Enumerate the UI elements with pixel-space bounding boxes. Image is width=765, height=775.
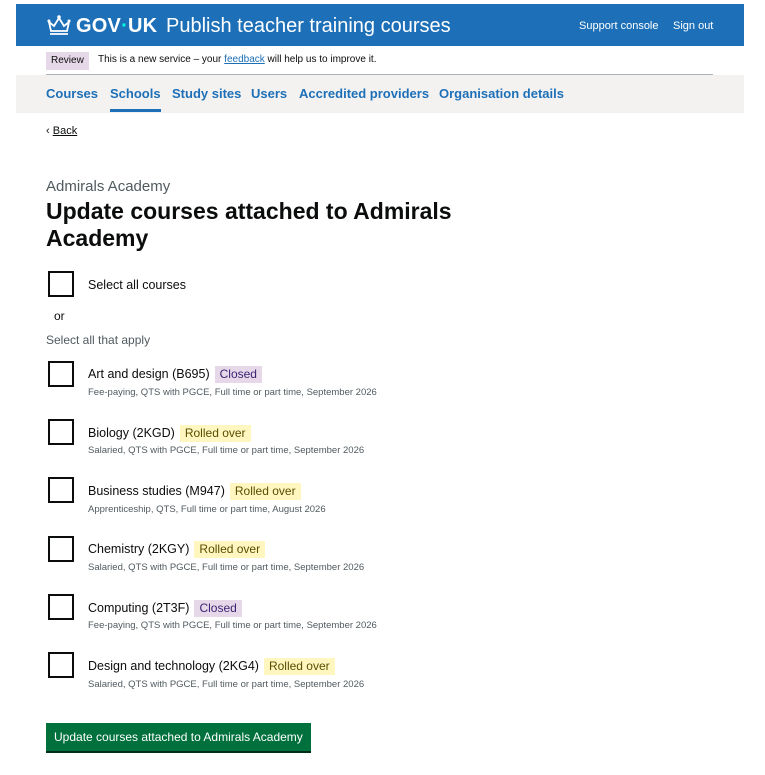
- course-label[interactable]: Biology (2KGD) Rolled over: [88, 425, 251, 442]
- status-badge: Closed: [214, 366, 262, 383]
- course-label[interactable]: Computing (2T3F) Closed: [88, 600, 242, 617]
- course-checkbox-2kgd[interactable]: [48, 419, 74, 445]
- course-hint: Salaried, QTS with PGCE, Full time or pa…: [88, 679, 365, 690]
- course-label[interactable]: Design and technology (2KG4) Rolled over: [88, 658, 335, 675]
- page-title: Update courses attached to Admirals Acad…: [46, 198, 452, 251]
- primary-navigation: Courses Schools Study sites Users Accred…: [16, 75, 744, 113]
- phase-banner: Review This is a new service – your feed…: [46, 50, 713, 75]
- update-courses-button[interactable]: Update courses attached to Admirals Acad…: [46, 723, 311, 751]
- feedback-link[interactable]: feedback: [224, 54, 265, 65]
- select-all-label[interactable]: Select all courses: [88, 277, 186, 293]
- status-badge: Closed: [194, 600, 242, 617]
- status-badge: Rolled over: [229, 483, 301, 500]
- course-hint: Salaried, QTS with PGCE, Full time or pa…: [88, 562, 365, 573]
- crown-icon: [47, 15, 71, 35]
- status-badge: Rolled over: [194, 541, 266, 558]
- course-hint: Fee-paying, QTS with PGCE, Full time or …: [88, 387, 377, 398]
- sign-out-link[interactable]: Sign out: [673, 18, 713, 34]
- course-label[interactable]: Chemistry (2KGY) Rolled over: [88, 541, 266, 558]
- course-hint: Fee-paying, QTS with PGCE, Full time or …: [88, 620, 377, 631]
- nav-study-sites[interactable]: Study sites: [172, 86, 241, 102]
- status-badge: Rolled over: [179, 425, 251, 442]
- course-hint: Salaried, QTS with PGCE, Full time or pa…: [88, 445, 365, 456]
- or-divider: or: [54, 309, 65, 323]
- status-badge: Rolled over: [263, 658, 335, 675]
- select-all-checkbox[interactable]: [48, 271, 74, 297]
- phase-tag: Review: [46, 52, 89, 70]
- nav-schools[interactable]: Schools: [110, 86, 161, 112]
- nav-users[interactable]: Users: [251, 86, 287, 102]
- course-label[interactable]: Art and design (B695) Closed: [88, 366, 262, 383]
- govuk-logo[interactable]: GOV·UK: [76, 12, 157, 40]
- govuk-header: GOV·UK Publish teacher training courses …: [16, 4, 744, 46]
- course-checkbox-2kgy[interactable]: [48, 536, 74, 562]
- course-checkbox-b695[interactable]: [48, 361, 74, 387]
- page-caption: Admirals Academy: [46, 178, 171, 195]
- nav-accredited-providers[interactable]: Accredited providers: [299, 86, 429, 102]
- course-checkbox-2kg4[interactable]: [48, 652, 74, 678]
- nav-organisation-details[interactable]: Organisation details: [439, 86, 564, 102]
- back-link[interactable]: ‹ Back: [46, 124, 77, 138]
- course-checkbox-2t3f[interactable]: [48, 594, 74, 620]
- service-name[interactable]: Publish teacher training courses: [166, 12, 451, 40]
- phase-banner-text: This is a new service – your feedback wi…: [98, 54, 377, 65]
- course-hint: Apprenticeship, QTS, Full time or part t…: [88, 504, 326, 515]
- chevron-left-icon: ‹: [46, 125, 50, 137]
- course-label[interactable]: Business studies (M947) Rolled over: [88, 483, 301, 500]
- checkbox-hint: Select all that apply: [46, 333, 151, 347]
- course-checkbox-m947[interactable]: [48, 477, 74, 503]
- nav-courses[interactable]: Courses: [46, 86, 98, 102]
- support-console-link[interactable]: Support console: [579, 18, 659, 34]
